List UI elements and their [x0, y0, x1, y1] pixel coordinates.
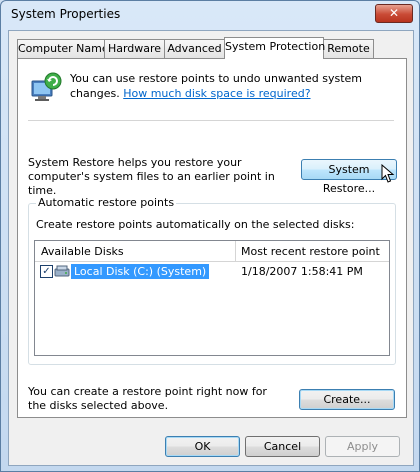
tab-remote[interactable]: Remote [323, 39, 374, 58]
group-title: Automatic restore points [36, 196, 177, 209]
window-title: System Properties [11, 7, 121, 21]
column-recent-restore-point[interactable]: Most recent restore point [241, 245, 380, 258]
disks-list[interactable]: Available Disks Most recent restore poin… [34, 240, 390, 356]
tab-advanced[interactable]: Advanced [164, 39, 225, 58]
disk-space-link[interactable]: How much disk space is required? [123, 87, 310, 100]
mouse-cursor-icon [381, 164, 395, 183]
ok-button[interactable]: OK [165, 436, 240, 457]
create-description: You can create a restore point right now… [28, 385, 267, 412]
separator [28, 120, 394, 121]
tab-computer-name[interactable]: Computer Name [17, 39, 109, 58]
column-available-disks[interactable]: Available Disks [41, 245, 124, 258]
list-item[interactable]: ✓ Local Disk (C:) (System) 1/18/2007 1:5… [35, 262, 389, 282]
disk-checkbox[interactable]: ✓ [40, 265, 53, 278]
close-icon: ✕ [388, 6, 400, 20]
intro-text: You can use restore points to undo unwan… [70, 71, 400, 101]
check-mark-icon: ✓ [42, 266, 51, 277]
restore-shield-icon [31, 72, 62, 101]
close-button[interactable]: ✕ [375, 4, 413, 23]
apply-button[interactable]: Apply [325, 436, 400, 457]
disk-name: Local Disk (C:) (System) [71, 264, 210, 279]
list-header: Available Disks Most recent restore poin… [35, 241, 389, 262]
dialog-client-area: Computer Name Hardware Advanced System P… [8, 30, 414, 466]
disk-drive-icon [54, 265, 70, 277]
column-divider[interactable] [235, 241, 236, 261]
tab-hardware[interactable]: Hardware [104, 39, 165, 58]
group-description: Create restore points automatically on t… [36, 218, 355, 231]
system-properties-window: System Properties ✕ Computer Name Hardwa… [0, 0, 420, 472]
system-restore-description: System Restore helps you restore your co… [28, 156, 275, 197]
system-protection-panel: You can use restore points to undo unwan… [17, 58, 407, 418]
tab-system-protection[interactable]: System Protection [224, 37, 325, 59]
automatic-restore-points-group: Automatic restore points Create restore … [28, 196, 396, 365]
title-bar[interactable]: System Properties ✕ [1, 1, 419, 27]
disk-recent-restore-point: 1/18/2007 1:58:41 PM [241, 265, 363, 278]
cancel-button[interactable]: Cancel [245, 436, 320, 457]
create-button[interactable]: Create... [299, 389, 395, 410]
